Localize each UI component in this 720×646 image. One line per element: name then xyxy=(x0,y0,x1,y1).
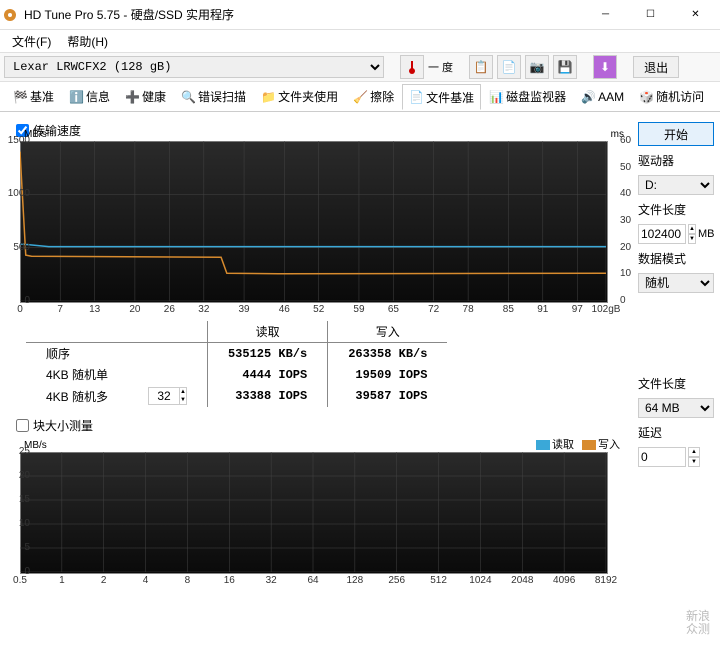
save-icon[interactable]: 💾 xyxy=(553,55,577,79)
delay-spinner[interactable]: ▲▼ xyxy=(688,447,700,467)
drive-letter-select[interactable]: D: xyxy=(638,175,714,195)
tab-aam[interactable]: 🔊AAM xyxy=(574,84,631,109)
delay-label: 延迟 xyxy=(638,424,714,441)
filelen2-select[interactable]: 64 MB xyxy=(638,398,714,418)
minimize-button[interactable]: ─ xyxy=(583,1,628,29)
filelen2-label: 文件长度 xyxy=(638,375,714,392)
filelen-label: 文件长度 xyxy=(638,201,714,218)
tab-erase[interactable]: 🧹擦除 xyxy=(346,84,401,109)
app-icon xyxy=(2,7,18,23)
toolbar: Lexar LRWCFX2 (128 gB) 一 度 📋 📄 📷 💾 ⬇ 退出 xyxy=(0,52,720,82)
chart-transfer: MB/s ms 05001000150001020304050600713202… xyxy=(20,141,624,301)
menu-help[interactable]: 帮助(H) xyxy=(59,31,116,52)
health-icon: ➕ xyxy=(125,90,139,104)
table-row: 顺序535125 KB/s263358 KB/s xyxy=(26,343,447,365)
menu-file[interactable]: 文件(F) xyxy=(4,31,59,52)
thermometer-icon[interactable] xyxy=(400,55,424,79)
pattern-select[interactable]: 随机 xyxy=(638,273,714,293)
table-row: 4KB 随机单4444 IOPS19509 IOPS xyxy=(26,364,447,385)
folder-icon: 📁 xyxy=(261,90,275,104)
download-icon[interactable]: ⬇ xyxy=(593,55,617,79)
erase-icon: 🧹 xyxy=(353,90,367,104)
tab-folders[interactable]: 📁文件夹使用 xyxy=(254,84,345,109)
search-icon: 🔍 xyxy=(181,90,195,104)
titlebar: HD Tune Pro 5.75 - 硬盘/SSD 实用程序 ─ ☐ ✕ xyxy=(0,0,720,30)
watermark: 新浪众测 xyxy=(686,610,710,636)
temp-label: 一 度 xyxy=(428,59,453,75)
side-panel: 开始 驱动器 D: 文件长度 ▲▼MB 数据模式 随机 文件长度 64 MB 延… xyxy=(638,118,714,572)
tab-extra[interactable]: 📋额外测试 xyxy=(712,84,720,109)
info-icon: ℹ️ xyxy=(69,90,83,104)
drive-label: 驱动器 xyxy=(638,152,714,169)
copy2-icon[interactable]: 📄 xyxy=(497,55,521,79)
queue-depth-spinner[interactable]: ▲▼ xyxy=(148,387,187,405)
copy-icon[interactable]: 📋 xyxy=(469,55,493,79)
file-icon: 📄 xyxy=(409,90,423,104)
speaker-icon: 🔊 xyxy=(581,90,595,104)
exit-button[interactable]: 退出 xyxy=(633,56,679,78)
monitor-icon: 📊 xyxy=(489,90,503,104)
maximize-button[interactable]: ☐ xyxy=(628,1,673,29)
random-icon: 🎲 xyxy=(639,90,653,104)
tab-health[interactable]: ➕健康 xyxy=(118,84,173,109)
close-button[interactable]: ✕ xyxy=(673,1,718,29)
menubar: 文件(F) 帮助(H) xyxy=(0,30,720,52)
chart-blocksize: MB/s 05101520250.51248163264128256512102… xyxy=(20,452,624,572)
legend: 读取 写入 xyxy=(6,436,620,452)
window-title: HD Tune Pro 5.75 - 硬盘/SSD 实用程序 xyxy=(24,6,583,23)
tab-monitor[interactable]: 📊磁盘监视器 xyxy=(482,84,573,109)
filelen-spinner[interactable]: ▲▼ xyxy=(688,224,696,244)
filelen-input[interactable] xyxy=(638,224,686,244)
legend-read-swatch xyxy=(536,440,550,450)
table-row: 4KB 随机多 ▲▼ 33388 IOPS39587 IOPS xyxy=(26,385,447,407)
delay-input[interactable] xyxy=(638,447,686,467)
blocksize-checkbox[interactable]: 块大小测量 xyxy=(16,417,630,434)
drive-select[interactable]: Lexar LRWCFX2 (128 gB) xyxy=(4,56,384,78)
transfer-rate-checkbox[interactable]: 传输速度 xyxy=(16,122,630,139)
start-button[interactable]: 开始 xyxy=(638,122,714,146)
tab-random[interactable]: 🎲随机访问 xyxy=(632,84,711,109)
gauge-icon: 🏁 xyxy=(13,90,27,104)
tab-info[interactable]: ℹ️信息 xyxy=(62,84,117,109)
tab-errorscan[interactable]: 🔍错误扫描 xyxy=(174,84,253,109)
pattern-label: 数据模式 xyxy=(638,250,714,267)
tab-filebench[interactable]: 📄文件基准 xyxy=(402,84,481,110)
tab-benchmark[interactable]: 🏁基准 xyxy=(6,84,61,109)
tab-bar: 🏁基准 ℹ️信息 ➕健康 🔍错误扫描 📁文件夹使用 🧹擦除 📄文件基准 📊磁盘监… xyxy=(0,82,720,112)
camera-icon[interactable]: 📷 xyxy=(525,55,549,79)
results-table: 读取写入 顺序535125 KB/s263358 KB/s 4KB 随机单444… xyxy=(26,321,610,407)
legend-write-swatch xyxy=(582,440,596,450)
